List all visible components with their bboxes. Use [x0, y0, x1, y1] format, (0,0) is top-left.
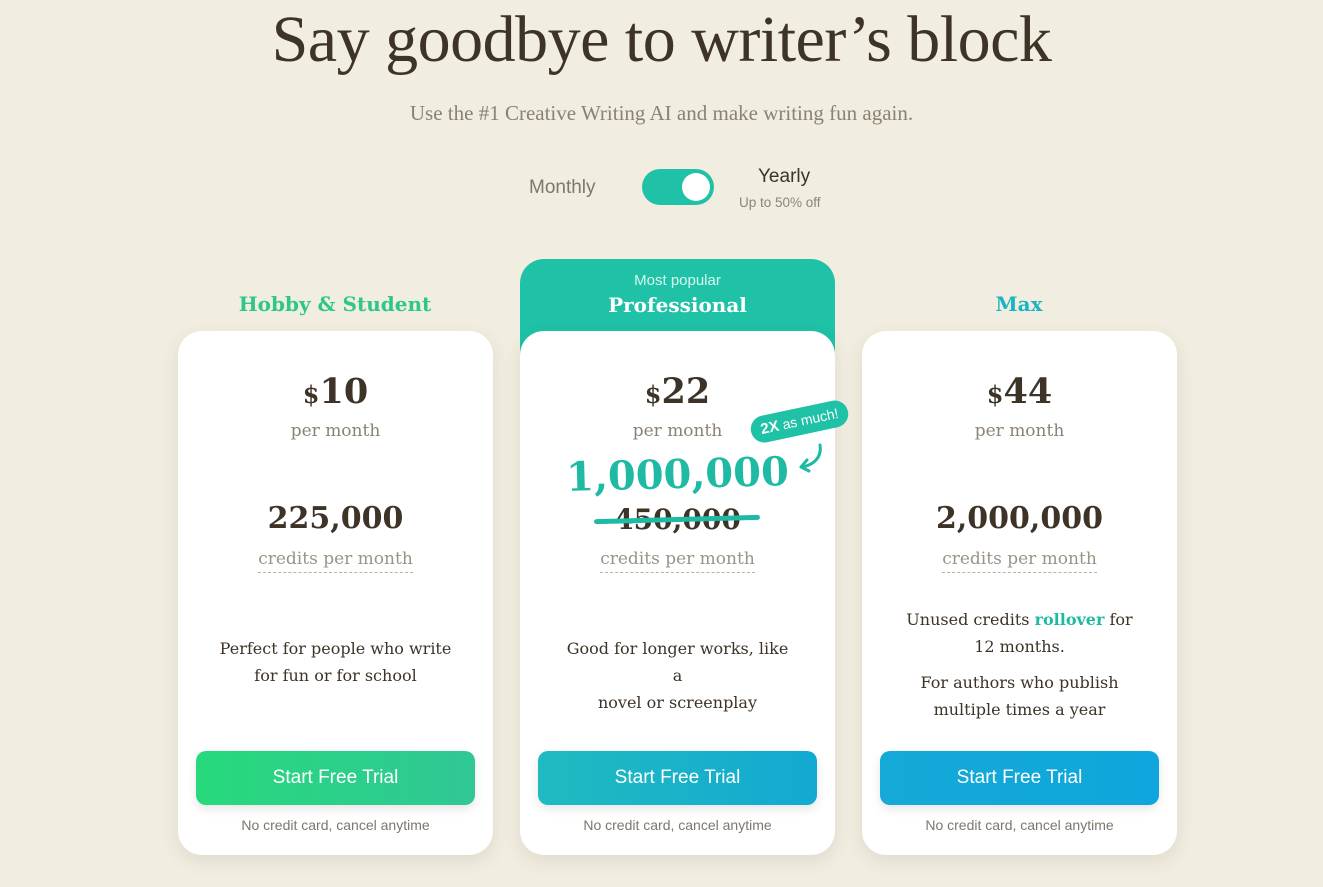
- switch-knob: [682, 173, 710, 201]
- credits-unit-text[interactable]: credits per month: [600, 549, 755, 573]
- rollover-pre: Unused credits: [906, 610, 1035, 629]
- description-line: Good for longer works, like a: [566, 639, 789, 685]
- trial-note: No credit card, cancel anytime: [925, 817, 1114, 833]
- credits-amount: 2,000,000: [935, 501, 1103, 536]
- price-period: per month: [290, 421, 381, 441]
- rollover-info: Unused credits rollover for 12 months.: [902, 606, 1137, 660]
- plan-name-hobby: Hobby & Student: [238, 292, 432, 316]
- credits-amount-new: 1,000,000: [565, 448, 790, 501]
- plan-name-max: Max: [995, 292, 1043, 316]
- price: $10: [178, 371, 493, 412]
- most-popular-label: Most popular: [634, 272, 721, 289]
- price-period: per month: [974, 421, 1065, 441]
- billing-toggle: Monthly Yearly Up to 50% off: [0, 164, 1323, 214]
- yearly-option[interactable]: Yearly: [758, 166, 810, 188]
- price: $44: [862, 371, 1177, 412]
- plan-description: Good for longer works, like a novel or s…: [560, 635, 795, 716]
- price-amount: 44: [1003, 371, 1053, 412]
- rollover-line: Unused credits rollover for: [902, 606, 1137, 633]
- currency-symbol: $: [986, 380, 1004, 409]
- description-line: For authors who publish: [920, 673, 1119, 692]
- rollover-post: for: [1104, 610, 1133, 629]
- description-line: novel or screenplay: [597, 693, 757, 712]
- plan-description: For authors who publish multiple times a…: [902, 669, 1137, 723]
- price-amount: 22: [661, 371, 711, 412]
- hero-title: Say goodbye to writer’s block: [271, 3, 1052, 76]
- plan-card-max: $44 per month 2,000,000 credits per mont…: [862, 331, 1177, 855]
- monthly-option[interactable]: Monthly: [529, 177, 596, 199]
- description-line: multiple times a year: [933, 700, 1106, 719]
- price-amount: 10: [319, 371, 369, 412]
- start-free-trial-button[interactable]: Start Free Trial: [538, 751, 817, 805]
- description-line: for fun or for school: [254, 666, 417, 685]
- currency-symbol: $: [644, 380, 662, 409]
- plan-name-professional: Professional: [608, 293, 747, 317]
- rollover-highlight: rollover: [1034, 610, 1105, 629]
- plan-description: Perfect for people who write for fun or …: [218, 635, 453, 689]
- trial-note: No credit card, cancel anytime: [583, 817, 772, 833]
- yearly-discount-note: Up to 50% off: [739, 195, 821, 210]
- credits-unit: credits per month: [520, 549, 835, 573]
- badge-text: as much!: [780, 404, 840, 433]
- hero-subtitle: Use the #1 Creative Writing AI and make …: [409, 101, 914, 125]
- credits-unit-text[interactable]: credits per month: [258, 549, 413, 573]
- price: $22: [520, 371, 835, 412]
- rollover-line-2: 12 months.: [974, 637, 1065, 656]
- plan-card-professional: $22 per month 2X as much! 1,000,000 450,…: [520, 331, 851, 855]
- plan-card-hobby: $10 per month 225,000 credits per month …: [178, 331, 493, 855]
- credits-amount: 225,000: [267, 501, 404, 536]
- credits-unit-text[interactable]: credits per month: [942, 549, 1097, 573]
- trial-note: No credit card, cancel anytime: [241, 817, 430, 833]
- start-free-trial-button[interactable]: Start Free Trial: [880, 751, 1159, 805]
- credits-unit: credits per month: [178, 549, 493, 573]
- billing-switch[interactable]: [642, 169, 714, 205]
- currency-symbol: $: [302, 380, 320, 409]
- credits-unit: credits per month: [862, 549, 1177, 573]
- start-free-trial-button[interactable]: Start Free Trial: [196, 751, 475, 805]
- badge-strong: 2X: [759, 417, 781, 439]
- description-line: Perfect for people who write: [219, 639, 452, 658]
